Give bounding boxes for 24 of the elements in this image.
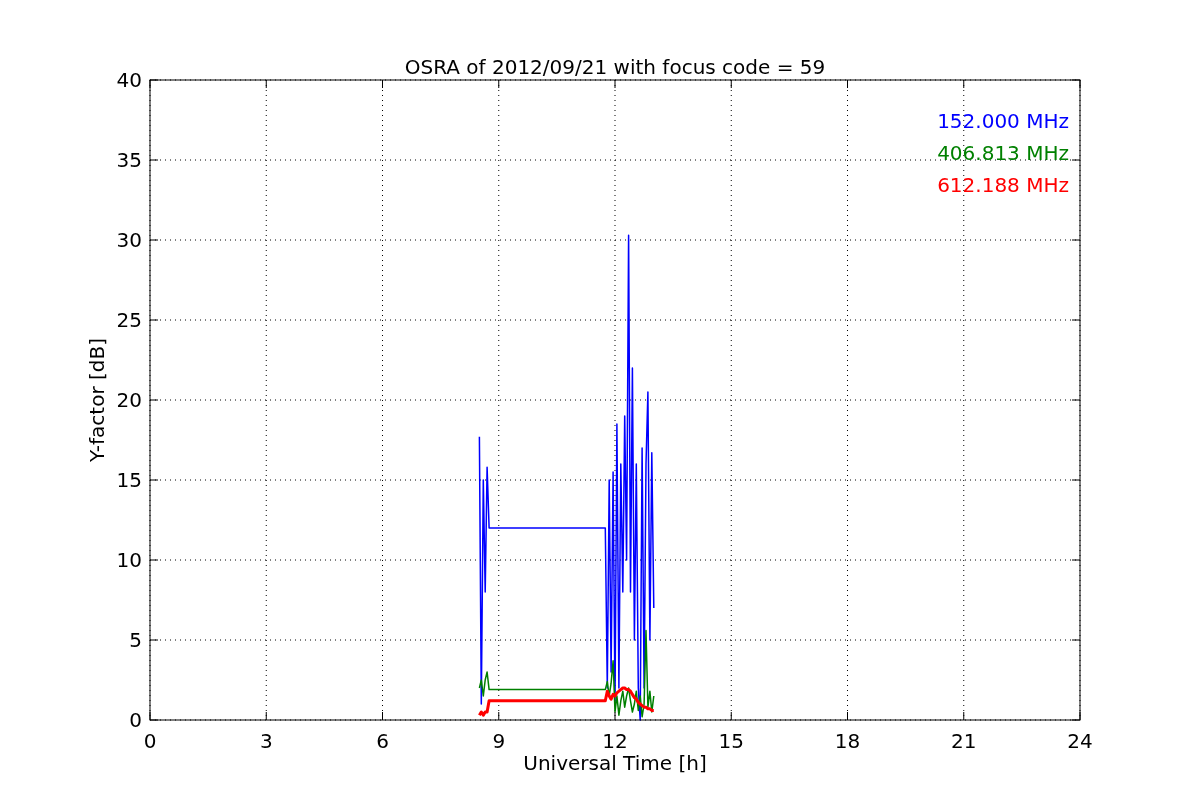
chart-title: OSRA of 2012/09/21 with focus code = 59 [404,55,826,79]
tick-label: 15 [116,468,142,492]
tick-label: 10 [116,548,142,572]
x-axis-label: Universal Time [h] [523,751,707,775]
tick-label: 12 [602,729,628,753]
tick-label: 9 [492,729,506,753]
tick-label: 21 [951,729,977,753]
y-axis-label: Y-factor [dB] [85,338,109,462]
tick-label: 40 [116,68,142,92]
tick-label: 3 [259,729,273,753]
tick-label: 6 [376,729,389,753]
tick-label: 15 [718,729,744,753]
tick-label: 35 [116,148,142,172]
legend-label: 406.813 MHz [937,141,1069,165]
legend-label: 152.000 MHz [937,109,1069,133]
tick-label: 25 [116,308,142,332]
tick-label: 0 [143,729,157,753]
legend-label: 612.188 MHz [937,173,1069,197]
tick-label: 5 [129,628,142,652]
tick-label: 18 [834,729,861,753]
tick-label: 30 [116,228,142,252]
tick-label: 20 [116,388,142,412]
tick-label: 24 [1067,729,1093,753]
tick-label: 0 [129,708,142,732]
